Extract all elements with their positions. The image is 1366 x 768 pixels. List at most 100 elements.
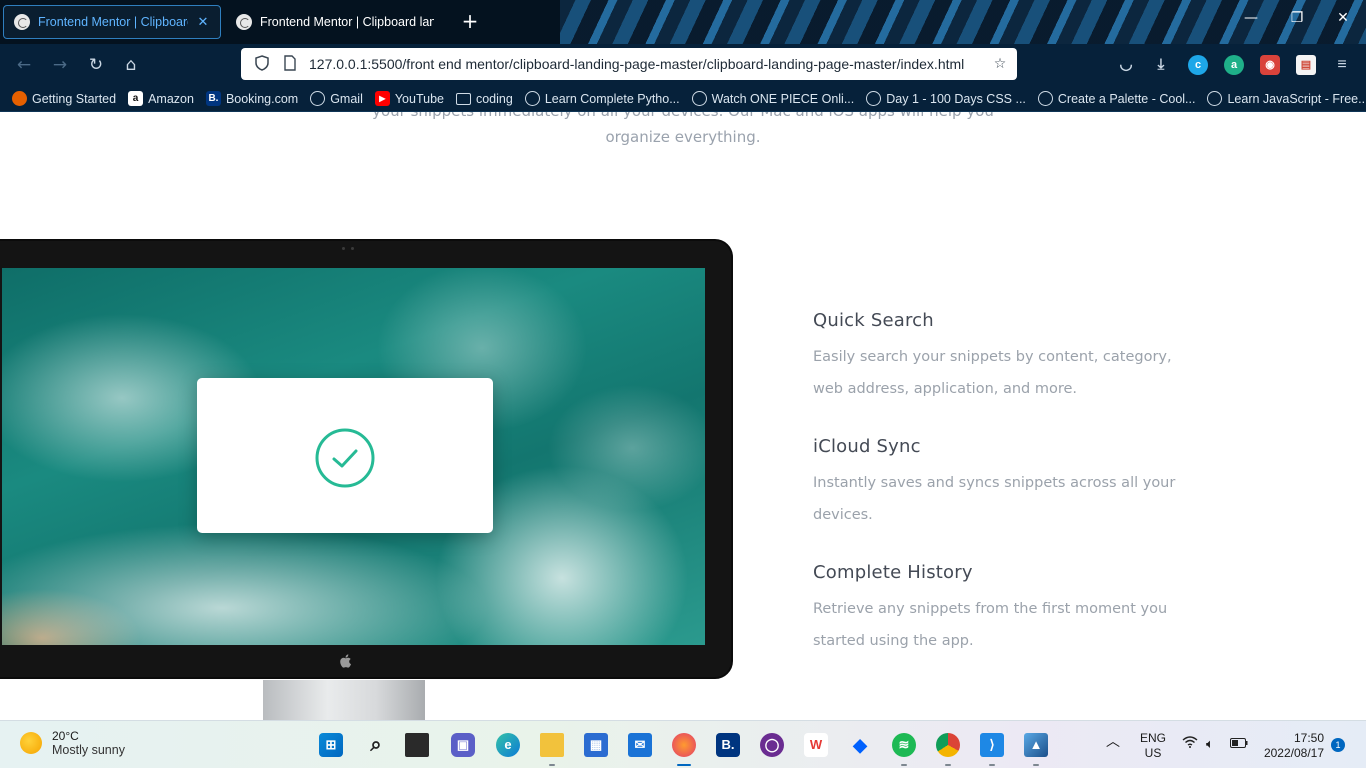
bookmark-python[interactable]: Learn Complete Pytho... [524, 91, 680, 106]
globe-icon [866, 91, 882, 106]
notes-extension-icon[interactable]: ▤ [1296, 55, 1316, 75]
forward-arrow-icon[interactable]: → [49, 54, 71, 76]
tab-title: Frontend Mentor | Clipboard lan [38, 15, 188, 29]
shield-icon[interactable] [253, 55, 271, 73]
github-icon[interactable]: ◯ [760, 733, 784, 757]
search-icon[interactable]: ⌕ [364, 733, 388, 757]
mail-icon[interactable]: ✉ [628, 733, 652, 757]
navigation-toolbar: ← → ↻ ⌂ 127.0.0.1:5500/front end mentor/… [0, 44, 1366, 86]
camera-icon [342, 247, 356, 250]
youtube-icon: ▶ [374, 91, 390, 106]
clock-date: 2022/08/17 [1263, 746, 1324, 760]
check-circle-icon [315, 428, 375, 488]
edge-icon[interactable]: e [496, 733, 520, 757]
bookmark-getting-started[interactable]: Getting Started [12, 91, 116, 106]
chat-icon[interactable]: ▣ [451, 733, 475, 757]
bookmark-coding[interactable]: coding [455, 91, 513, 106]
weather-temperature: 20°C [52, 729, 79, 743]
globe-icon [310, 91, 326, 106]
language-indicator[interactable]: ENG US [1138, 731, 1168, 761]
clock[interactable]: 17:50 2022/08/17 [1258, 731, 1324, 761]
bookmark-amazon[interactable]: a Amazon [128, 91, 194, 106]
close-window-button[interactable]: ✕ [1333, 10, 1353, 26]
tab-inactive[interactable]: Frontend Mentor | Clipboard lan [226, 5, 444, 39]
file-explorer-icon[interactable] [540, 733, 564, 757]
bookmark-booking[interactable]: B. Booking.com [205, 91, 298, 106]
bookmark-label: Create a Palette - Cool... [1057, 91, 1196, 106]
browser-tab-strip: Frontend Mentor | Clipboard lan ✕ Fronte… [0, 0, 1366, 44]
feature-title: Complete History [813, 562, 973, 583]
wifi-icon[interactable] [1182, 736, 1198, 752]
running-indicator [1033, 764, 1039, 766]
tab-close-icon[interactable]: ✕ [196, 14, 210, 30]
feature-description: Retrieve any snippets from the first mom… [813, 601, 1168, 649]
start-windows-icon[interactable]: ⊞ [319, 733, 343, 757]
globe-icon [1037, 91, 1053, 106]
restore-button[interactable]: ❐ [1287, 10, 1307, 26]
show-hidden-icons-chevron-icon[interactable]: ︿ [1106, 734, 1120, 749]
tab-active[interactable]: Frontend Mentor | Clipboard lan ✕ [3, 5, 221, 39]
store-icon[interactable]: ▦ [584, 733, 608, 757]
battery-icon[interactable] [1230, 737, 1248, 752]
booking-icon: B. [205, 91, 221, 106]
back-arrow-icon[interactable]: ← [13, 54, 35, 76]
globe-icon [524, 91, 540, 106]
extension-c-icon[interactable]: c [1188, 55, 1208, 75]
running-indicator [901, 764, 907, 766]
bookmark-100-days-css[interactable]: Day 1 - 100 Days CSS ... [866, 91, 1026, 106]
download-icon[interactable]: ⤓ [1151, 55, 1171, 75]
photos-icon[interactable]: ▲ [1024, 733, 1048, 757]
intro-text: your snippets immediately on all your de… [372, 112, 994, 146]
tab-favicon-icon [14, 14, 30, 30]
feature-description: Instantly saves and syncs snippets acros… [813, 475, 1176, 523]
bookmark-label: Amazon [148, 91, 194, 106]
booking-app-icon[interactable]: B. [716, 733, 740, 757]
pocket-icon[interactable]: ◡ [1116, 55, 1136, 75]
globe-icon [691, 91, 707, 106]
bookmarks-bar: Getting Started a Amazon B. Booking.com … [0, 86, 1366, 112]
minimize-button[interactable]: — [1241, 10, 1261, 26]
active-app-indicator [677, 764, 691, 766]
task-view-icon[interactable] [405, 733, 429, 757]
globe-icon [1207, 91, 1223, 106]
bookmark-one-piece[interactable]: Watch ONE PIECE Onli... [691, 91, 854, 106]
bookmark-star-icon[interactable]: ☆ [991, 55, 1009, 73]
windows-taskbar: 20°C Mostly sunny ⊞ ⌕ ▣ e ▦ ✉ B. ◯ W ◆ ≋… [0, 720, 1366, 768]
reload-icon[interactable]: ↻ [85, 54, 107, 76]
extension-a-icon[interactable]: a [1224, 55, 1244, 75]
page-icon[interactable] [281, 55, 299, 73]
firefox-icon [12, 91, 27, 106]
bookmark-javascript[interactable]: Learn JavaScript - Free... [1207, 91, 1366, 106]
feature-description: Easily search your snippets by content, … [813, 349, 1172, 397]
region-code: US [1144, 746, 1162, 760]
feature-title: Quick Search [813, 310, 934, 331]
sun-icon [20, 732, 42, 754]
bookmark-label: Learn JavaScript - Free... [1227, 91, 1366, 106]
menu-icon[interactable]: ≡ [1332, 55, 1352, 75]
bookmark-youtube[interactable]: ▶ YouTube [374, 91, 444, 106]
dropbox-icon[interactable]: ◆ [848, 733, 872, 757]
tab-title: Frontend Mentor | Clipboard lan [260, 15, 434, 29]
bookmark-gmail[interactable]: Gmail [310, 91, 363, 106]
clock-time: 17:50 [1293, 731, 1324, 745]
new-tab-button[interactable]: + [458, 9, 482, 33]
folder-icon [455, 92, 471, 105]
success-dialog-card [197, 378, 493, 533]
notification-badge[interactable]: 1 [1331, 738, 1345, 752]
bookmark-label: Getting Started [32, 91, 117, 106]
home-icon[interactable]: ⌂ [120, 54, 142, 76]
spotify-icon[interactable]: ≋ [892, 733, 916, 757]
address-bar[interactable]: 127.0.0.1:5500/front end mentor/clipboar… [241, 48, 1017, 80]
bookmark-coolors[interactable]: Create a Palette - Cool... [1037, 91, 1196, 106]
bookmark-label: coding [475, 91, 513, 106]
wps-office-icon[interactable]: W [804, 733, 828, 757]
chrome-icon[interactable] [936, 733, 960, 757]
volume-icon[interactable]: 🔈︎ [1206, 736, 1214, 751]
screenshot-extension-icon[interactable]: ◉ [1260, 55, 1280, 75]
url-text[interactable]: 127.0.0.1:5500/front end mentor/clipboar… [309, 56, 981, 72]
firefox-taskbar-icon[interactable] [672, 733, 696, 757]
feature-title: iCloud Sync [813, 436, 921, 457]
vscode-icon[interactable]: ⟩ [980, 733, 1004, 757]
weather-widget[interactable]: 20°C Mostly sunny [20, 729, 125, 757]
amazon-icon: a [128, 91, 144, 106]
